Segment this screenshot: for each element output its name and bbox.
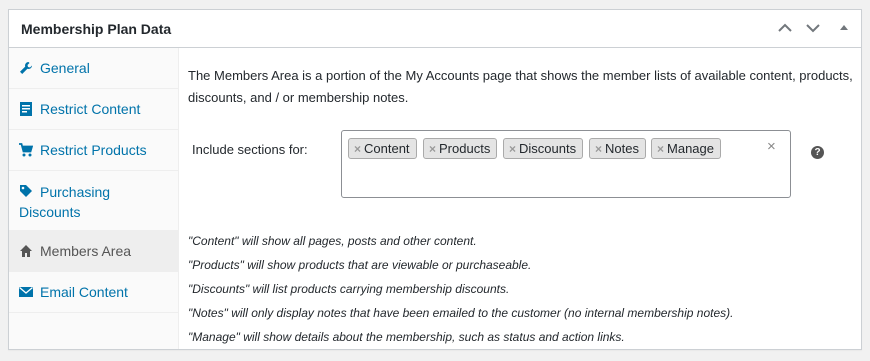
sidebar-item-restrict-products[interactable]: Restrict Products [9,130,178,171]
chip-remove-icon[interactable]: × [509,142,516,156]
cart-icon [19,142,34,157]
sidebar-item-email-content[interactable]: Email Content [9,272,178,313]
help-icon[interactable]: ? [811,146,824,159]
chip-remove-icon[interactable]: × [354,142,361,156]
move-up-icon[interactable] [776,19,794,37]
sidebar-item-label: General [40,60,90,76]
sidebar-item-label: Restrict Content [40,101,141,117]
note-products: "Products" will show products that are v… [188,258,532,272]
home-icon [19,243,33,257]
note-manage: "Manage" will show details about the mem… [188,330,625,344]
membership-plan-data-panel: Membership Plan Data General Restrict Co… [8,9,862,350]
sidebar-tabs: General Restrict Content Restrict Produc… [9,48,179,349]
chip-remove-icon[interactable]: × [595,142,602,156]
panel-header: Membership Plan Data [9,10,861,48]
chip-manage: × Manage [651,138,721,159]
toggle-arrow-icon[interactable] [835,19,853,37]
sidebar-item-purchasing-discounts[interactable]: Purchasing Discounts [9,171,178,231]
chip-remove-icon[interactable]: × [657,142,664,156]
chip-discounts: × Discounts [503,138,584,159]
include-sections-select[interactable]: × Content × Products × Discounts × Notes × Ma… [341,130,791,198]
intro-text: The Members Area is a portion of the My … [188,68,853,105]
sidebar-item-members-area[interactable]: Members Area [9,231,178,272]
panel-title: Membership Plan Data [21,21,172,37]
email-icon [19,284,33,298]
section-descriptions: "Content" will show all pages, posts and… [188,229,733,349]
page-icon [19,101,33,116]
chip-remove-icon[interactable]: × [429,142,436,156]
sidebar-item-general[interactable]: General [9,48,178,89]
chip-products: × Products [423,138,498,159]
clear-all-icon[interactable]: × [767,138,776,155]
sidebar-item-restrict-content[interactable]: Restrict Content [9,89,178,130]
chip-content: × Content [348,138,417,159]
note-notes: "Notes" will only display notes that hav… [188,306,734,320]
note-content: "Content" will show all pages, posts and… [188,234,477,248]
move-down-icon[interactable] [804,19,822,37]
note-discounts: "Discounts" will list products carrying … [188,282,510,296]
sidebar-item-label: Purchasing Discounts [19,184,111,220]
sidebar-item-label: Email Content [40,284,128,300]
sidebar-item-label: Members Area [40,243,132,259]
members-area-panel: The Members Area is a portion of the My … [188,48,861,349]
wrench-icon [19,60,33,74]
include-sections-label: Include sections for: [192,142,308,157]
chip-notes: × Notes [589,138,646,159]
sidebar-item-label: Restrict Products [40,142,147,158]
